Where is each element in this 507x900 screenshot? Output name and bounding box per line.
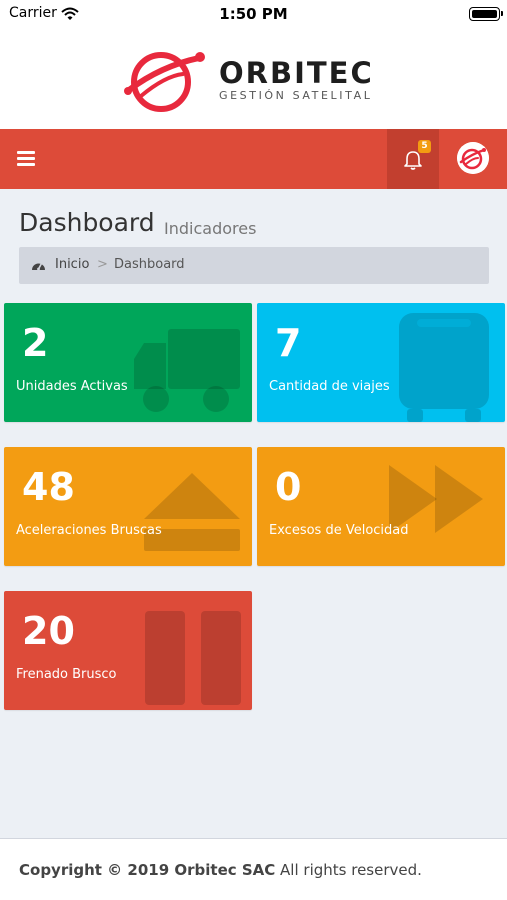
breadcrumb-home-link[interactable]: Inicio (55, 257, 89, 272)
box-label: Cantidad de viajes (269, 379, 390, 394)
box-label: Excesos de Velocidad (269, 523, 409, 538)
box-label: Aceleraciones Bruscas (16, 523, 162, 538)
copyright-holder: Copyright © 2019 Orbitec SAC (19, 861, 276, 879)
box-value: 2 (22, 321, 49, 365)
brand-name: ORBITEC (219, 56, 374, 90)
box-unidades-activas[interactable]: 2 Unidades Activas (4, 303, 252, 422)
notification-count-badge: 5 (418, 140, 431, 153)
top-navbar: 5 (0, 129, 507, 189)
box-value: 20 (22, 609, 75, 653)
logo-header: ORBITEC GESTIÓN SATELITAL (0, 28, 507, 129)
battery-icon (469, 7, 503, 21)
orbitec-logo-icon (124, 52, 205, 112)
page-subtitle: Indicadores (164, 219, 257, 238)
hamburger-menu-icon[interactable] (17, 151, 35, 167)
bus-icon (399, 313, 489, 422)
rights-text: All rights reserved. (275, 861, 422, 879)
eject-icon (144, 473, 240, 551)
status-bar: Carrier 1:50 PM (0, 0, 507, 28)
user-avatar[interactable] (457, 142, 489, 174)
footer-copyright: Copyright © 2019 Orbitec SAC All rights … (19, 861, 422, 879)
brand-tagline: GESTIÓN SATELITAL (219, 89, 373, 102)
box-value: 48 (22, 465, 75, 509)
box-label: Unidades Activas (16, 379, 128, 394)
box-value: 7 (275, 321, 302, 365)
breadcrumb-separator: > (97, 257, 108, 272)
box-aceleraciones-bruscas[interactable]: 48 Aceleraciones Bruscas (4, 447, 252, 566)
dashboard-gauge-icon (32, 263, 45, 271)
page-title: Dashboard (19, 208, 155, 237)
box-frenado-brusco[interactable]: 20 Frenado Brusco (4, 591, 252, 710)
box-excesos-velocidad[interactable]: 0 Excesos de Velocidad (257, 447, 505, 566)
clock: 1:50 PM (219, 5, 288, 23)
pause-icon (145, 611, 241, 705)
breadcrumb: Inicio > Dashboard (19, 247, 489, 284)
box-cantidad-viajes[interactable]: 7 Cantidad de viajes (257, 303, 505, 422)
box-value: 0 (275, 465, 302, 509)
truck-icon (134, 329, 240, 412)
box-label: Frenado Brusco (16, 667, 117, 682)
notifications-button[interactable]: 5 (387, 129, 439, 189)
breadcrumb-current: Dashboard (114, 257, 185, 272)
footer: Copyright © 2019 Orbitec SAC All rights … (0, 838, 507, 900)
